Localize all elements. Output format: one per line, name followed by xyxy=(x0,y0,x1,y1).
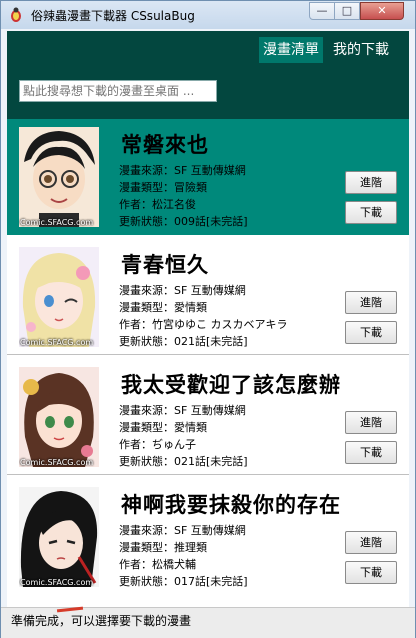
comic-source: 漫畫來源：SF 互動傳媒網 xyxy=(119,404,246,417)
cover-watermark: Comic.SFACG.com xyxy=(20,218,94,227)
row-divider xyxy=(7,474,409,475)
comic-genre: 漫畫類型：愛情類 xyxy=(119,421,207,434)
comic-cover: Comic.SFACG.com xyxy=(19,367,99,467)
comic-author: 作者：ぢゅん子 xyxy=(119,438,196,451)
comic-cover: Comic.SFACG.com xyxy=(19,487,99,587)
app-window: 俗辣蟲漫畫下載器 CSsulaBug — □ ✕ 漫畫清單 我的下載 點此搜尋想… xyxy=(0,0,416,638)
status-bar: 準備完成，可以選擇要下載的漫畫 xyxy=(1,606,415,638)
bug-app-icon xyxy=(8,7,24,23)
minimize-button[interactable]: — xyxy=(309,2,335,20)
download-button[interactable]: 下載 xyxy=(345,201,397,224)
comic-cover: Comic.SFACG.com xyxy=(19,127,99,227)
title-bar[interactable]: 俗辣蟲漫畫下載器 CSsulaBug — □ ✕ xyxy=(1,1,415,29)
comic-author: 作者：竹宮ゆゆこ カスカベアキラ xyxy=(119,318,288,331)
comic-item[interactable]: Comic.SFACG.com 青春恒久 漫畫來源：SF 互動傳媒網 漫畫類型：… xyxy=(7,239,409,355)
download-button[interactable]: 下載 xyxy=(345,321,397,344)
advanced-button[interactable]: 進階 xyxy=(345,171,397,194)
comic-title: 常磐來也 xyxy=(121,132,209,157)
advanced-button[interactable]: 進階 xyxy=(345,411,397,434)
comic-list: Comic.SFACG.com 常磐來也 漫畫來源：SF 互動傳媒網 漫畫類型：… xyxy=(7,119,409,607)
comic-genre: 漫畫類型：冒險類 xyxy=(119,181,207,194)
comic-status: 更新狀態：017話[未完話] xyxy=(119,575,248,588)
comic-source: 漫畫來源：SF 互動傳媒網 xyxy=(119,284,246,297)
comic-status: 更新狀態：021話[未完話] xyxy=(119,335,248,348)
comic-item[interactable]: Comic.SFACG.com 神啊我要抹殺你的存在 漫畫來源：SF 互動傳媒網… xyxy=(7,479,409,595)
comic-author: 作者：松橋犬輔 xyxy=(119,558,196,571)
download-button[interactable]: 下載 xyxy=(345,561,397,584)
comic-genre: 漫畫類型：愛情類 xyxy=(119,301,207,314)
window-title: 俗辣蟲漫畫下載器 CSsulaBug xyxy=(31,9,195,23)
comic-status: 更新狀態：021話[未完話] xyxy=(119,455,248,468)
header-panel: 漫畫清單 我的下載 xyxy=(7,31,409,119)
cover-watermark: Comic.SFACG.com xyxy=(20,458,94,467)
comic-title: 我太受歡迎了該怎麼辦 xyxy=(121,372,341,397)
comic-title: 神啊我要抹殺你的存在 xyxy=(121,492,341,517)
tab-my-downloads[interactable]: 我的下載 xyxy=(329,37,393,63)
tab-comic-list[interactable]: 漫畫清單 xyxy=(259,37,323,63)
search-input[interactable] xyxy=(19,80,217,102)
comic-source: 漫畫來源：SF 互動傳媒網 xyxy=(119,164,246,177)
advanced-button[interactable]: 進階 xyxy=(345,291,397,314)
advanced-button[interactable]: 進階 xyxy=(345,531,397,554)
comic-source: 漫畫來源：SF 互動傳媒網 xyxy=(119,524,246,537)
download-button[interactable]: 下載 xyxy=(345,441,397,464)
close-button[interactable]: ✕ xyxy=(360,2,404,20)
status-text: 準備完成，可以選擇要下載的漫畫 xyxy=(11,614,192,628)
comic-genre: 漫畫類型：推理類 xyxy=(119,541,207,554)
comic-item[interactable]: Comic.SFACG.com 常磐來也 漫畫來源：SF 互動傳媒網 漫畫類型：… xyxy=(7,119,409,235)
cover-watermark: Comic.SFACG.com xyxy=(20,578,94,587)
comic-item[interactable]: Comic.SFACG.com 我太受歡迎了該怎麼辦 漫畫來源：SF 互動傳媒網… xyxy=(7,359,409,475)
row-divider xyxy=(7,354,409,355)
comic-author: 作者：松江名俊 xyxy=(119,198,196,211)
comic-cover: Comic.SFACG.com xyxy=(19,247,99,347)
cover-watermark: Comic.SFACG.com xyxy=(20,338,94,347)
comic-title: 青春恒久 xyxy=(121,252,209,277)
comic-status: 更新狀態：009話[未完話] xyxy=(119,215,248,228)
maximize-button[interactable]: □ xyxy=(334,2,360,20)
